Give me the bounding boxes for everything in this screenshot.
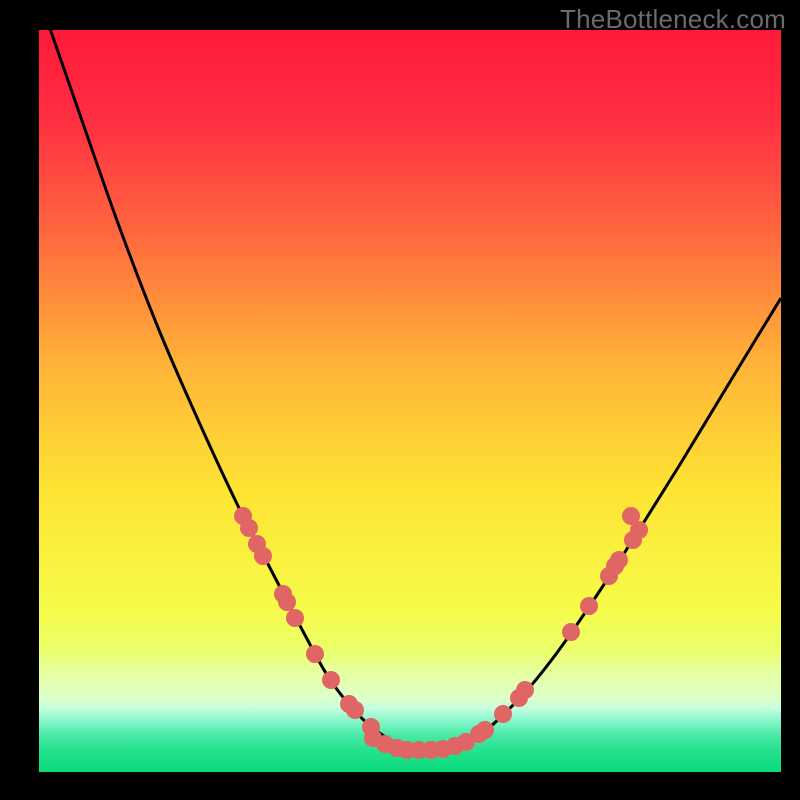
curve-marker [610,551,628,569]
curve-marker [630,521,648,539]
curve-marker [322,671,340,689]
curve-marker [254,547,272,565]
bottleneck-curve [47,30,781,750]
curve-marker [286,609,304,627]
curve-marker [562,623,580,641]
plot-area [39,30,781,772]
curve-layer [39,30,781,772]
curve-marker [494,705,512,723]
curve-marker [580,597,598,615]
curve-marker [306,645,324,663]
curve-marker [346,701,364,719]
curve-marker [516,681,534,699]
watermark-text: TheBottleneck.com [560,4,786,35]
curve-marker [476,721,494,739]
chart-frame: TheBottleneck.com [0,0,800,800]
